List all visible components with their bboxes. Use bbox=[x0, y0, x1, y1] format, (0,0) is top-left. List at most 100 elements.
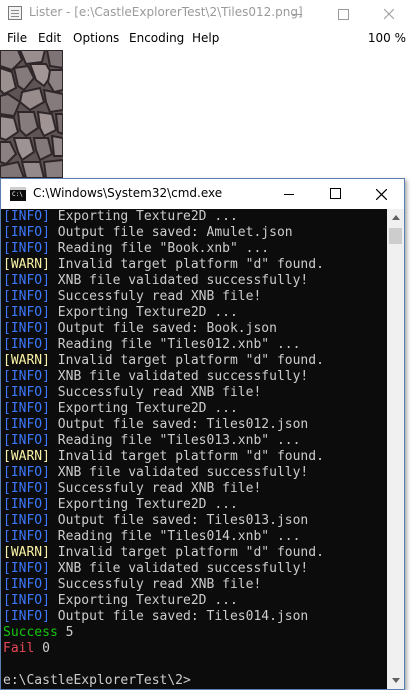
menu-help[interactable]: Help bbox=[192, 31, 219, 45]
fail-count: 0 bbox=[42, 641, 50, 656]
tile-image-preview bbox=[0, 50, 63, 178]
log-message: Exporting Texture2D ... bbox=[49, 593, 238, 608]
console-line: [INFO] Successfuly read XNB file! bbox=[3, 481, 261, 497]
console-line: [INFO] XNB file validated successfully! bbox=[3, 369, 308, 385]
log-tag: [INFO] bbox=[3, 241, 50, 256]
log-tag: [INFO] bbox=[3, 289, 50, 304]
log-message: Successfuly read XNB file! bbox=[49, 481, 262, 496]
log-message: Reading file "Book.xnb" ... bbox=[49, 241, 270, 256]
console-line: [INFO] XNB file validated successfully! bbox=[3, 561, 308, 577]
log-message: Invalid target platform "d" found. bbox=[49, 545, 324, 560]
log-message: Output file saved: Tiles013.json bbox=[49, 513, 309, 528]
log-tag: [INFO] bbox=[3, 465, 50, 480]
menu-edit[interactable]: Edit bbox=[38, 31, 61, 45]
log-message: Exporting Texture2D ... bbox=[49, 305, 238, 320]
scroll-up-arrow-icon[interactable] bbox=[387, 209, 404, 226]
log-message: Output file saved: Book.json bbox=[49, 321, 277, 336]
console-line: [INFO] Successfuly read XNB file! bbox=[3, 289, 261, 305]
fail-label: Fail bbox=[3, 641, 35, 656]
log-message: Output file saved: Tiles014.json bbox=[49, 609, 309, 624]
summary-fail-line: Fail 0 bbox=[3, 641, 50, 657]
lister-window-title: Lister - [e:\CastleExplorerTest\2\Tiles0… bbox=[29, 5, 303, 19]
menu-options[interactable]: Options bbox=[73, 31, 119, 45]
log-message: Exporting Texture2D ... bbox=[49, 497, 238, 512]
cmd-titlebar[interactable]: C:\ C:\Windows\System32\cmd.exe bbox=[1, 179, 404, 209]
menu-encoding[interactable]: Encoding bbox=[129, 31, 184, 45]
console-line: [WARN] Invalid target platform "d" found… bbox=[3, 449, 324, 465]
log-tag: [INFO] bbox=[3, 321, 50, 336]
console-line: [INFO] Reading file "Tiles014.xnb" ... bbox=[3, 529, 300, 545]
log-message: Output file saved: Tiles012.json bbox=[49, 417, 309, 432]
cmd-close-button[interactable] bbox=[358, 179, 404, 209]
cmd-minimize-button[interactable] bbox=[266, 179, 312, 209]
scroll-down-arrow-icon[interactable] bbox=[387, 672, 404, 689]
log-message: Invalid target platform "d" found. bbox=[49, 257, 324, 272]
console-line: [INFO] Output file saved: Tiles014.json bbox=[3, 609, 308, 625]
cmd-icon: C:\ bbox=[10, 187, 26, 201]
lister-menubar: File Edit Options Encoding Help 100 % bbox=[0, 29, 412, 49]
log-tag: [INFO] bbox=[3, 209, 50, 224]
log-tag: [INFO] bbox=[3, 577, 50, 592]
console-line: [INFO] Output file saved: Tiles012.json bbox=[3, 417, 308, 433]
log-message: Successfuly read XNB file! bbox=[49, 577, 262, 592]
cmd-icon-text: C:\ bbox=[12, 191, 23, 198]
log-tag: [INFO] bbox=[3, 529, 50, 544]
log-tag: [WARN] bbox=[3, 353, 50, 368]
success-label: Success bbox=[3, 625, 58, 640]
log-message: XNB file validated successfully! bbox=[49, 273, 309, 288]
console-scrollbar[interactable] bbox=[387, 209, 404, 689]
menu-file[interactable]: File bbox=[7, 31, 27, 45]
log-message: XNB file validated successfully! bbox=[49, 561, 309, 576]
console-line: [INFO] Successfuly read XNB file! bbox=[3, 577, 261, 593]
cmd-maximize-button[interactable] bbox=[312, 179, 358, 209]
log-tag: [INFO] bbox=[3, 337, 50, 352]
lister-maximize-button[interactable] bbox=[320, 0, 366, 28]
log-message: Output file saved: Amulet.json bbox=[49, 225, 293, 240]
log-message: Invalid target platform "d" found. bbox=[49, 449, 324, 464]
lister-close-button[interactable] bbox=[366, 0, 412, 28]
log-tag: [INFO] bbox=[3, 609, 50, 624]
console-line: [INFO] Output file saved: Tiles013.json bbox=[3, 513, 308, 529]
console-line: [INFO] XNB file validated successfully! bbox=[3, 465, 308, 481]
lister-window: Lister - [e:\CastleExplorerTest\2\Tiles0… bbox=[0, 0, 412, 178]
log-tag: [INFO] bbox=[3, 369, 50, 384]
log-tag: [WARN] bbox=[3, 449, 50, 464]
console-line: [INFO] Successfuly read XNB file! bbox=[3, 385, 261, 401]
summary-success-line: Success 5 bbox=[3, 625, 73, 641]
console-line: [INFO] Exporting Texture2D ... bbox=[3, 593, 238, 609]
success-count: 5 bbox=[65, 625, 74, 640]
console-line: [INFO] Output file saved: Book.json bbox=[3, 321, 277, 337]
log-tag: [INFO] bbox=[3, 497, 50, 512]
log-tag: [INFO] bbox=[3, 513, 50, 528]
console-line: [WARN] Invalid target platform "d" found… bbox=[3, 353, 324, 369]
log-tag: [INFO] bbox=[3, 481, 50, 496]
log-tag: [WARN] bbox=[3, 545, 50, 560]
console-line: [INFO] Exporting Texture2D ... bbox=[3, 401, 238, 417]
console-line: [INFO] Exporting Texture2D ... bbox=[3, 497, 238, 513]
log-tag: [WARN] bbox=[3, 257, 50, 272]
log-tag: [INFO] bbox=[3, 561, 50, 576]
log-tag: [INFO] bbox=[3, 385, 50, 400]
console-line: [INFO] XNB file validated successfully! bbox=[3, 273, 308, 289]
console-line: [WARN] Invalid target platform "d" found… bbox=[3, 257, 324, 273]
console-line: [INFO] Reading file "Tiles013.xnb" ... bbox=[3, 433, 300, 449]
log-tag: [INFO] bbox=[3, 401, 50, 416]
console-output[interactable]: [INFO] Exporting Texture2D ... [INFO] Ou… bbox=[1, 209, 387, 689]
log-message: XNB file validated successfully! bbox=[49, 465, 309, 480]
log-tag: [INFO] bbox=[3, 305, 50, 320]
close-icon bbox=[376, 189, 387, 200]
log-tag: [INFO] bbox=[3, 417, 50, 432]
stone-tile-image bbox=[0, 50, 63, 178]
command-prompt[interactable]: e:\CastleExplorerTest\2> bbox=[3, 673, 191, 689]
lister-titlebar[interactable]: Lister - [e:\CastleExplorerTest\2\Tiles0… bbox=[0, 0, 412, 28]
log-tag: [INFO] bbox=[3, 433, 50, 448]
scrollbar-thumb[interactable] bbox=[389, 228, 402, 244]
lister-app-icon bbox=[8, 6, 22, 20]
log-tag: [INFO] bbox=[3, 225, 50, 240]
log-message: XNB file validated successfully! bbox=[49, 369, 309, 384]
log-message: Reading file "Tiles014.xnb" ... bbox=[49, 529, 301, 544]
cmd-window-title: C:\Windows\System32\cmd.exe bbox=[33, 186, 223, 200]
log-message: Exporting Texture2D ... bbox=[49, 401, 238, 416]
console-line: [INFO] Output file saved: Amulet.json bbox=[3, 225, 293, 241]
lister-minimize-button[interactable] bbox=[274, 0, 320, 28]
